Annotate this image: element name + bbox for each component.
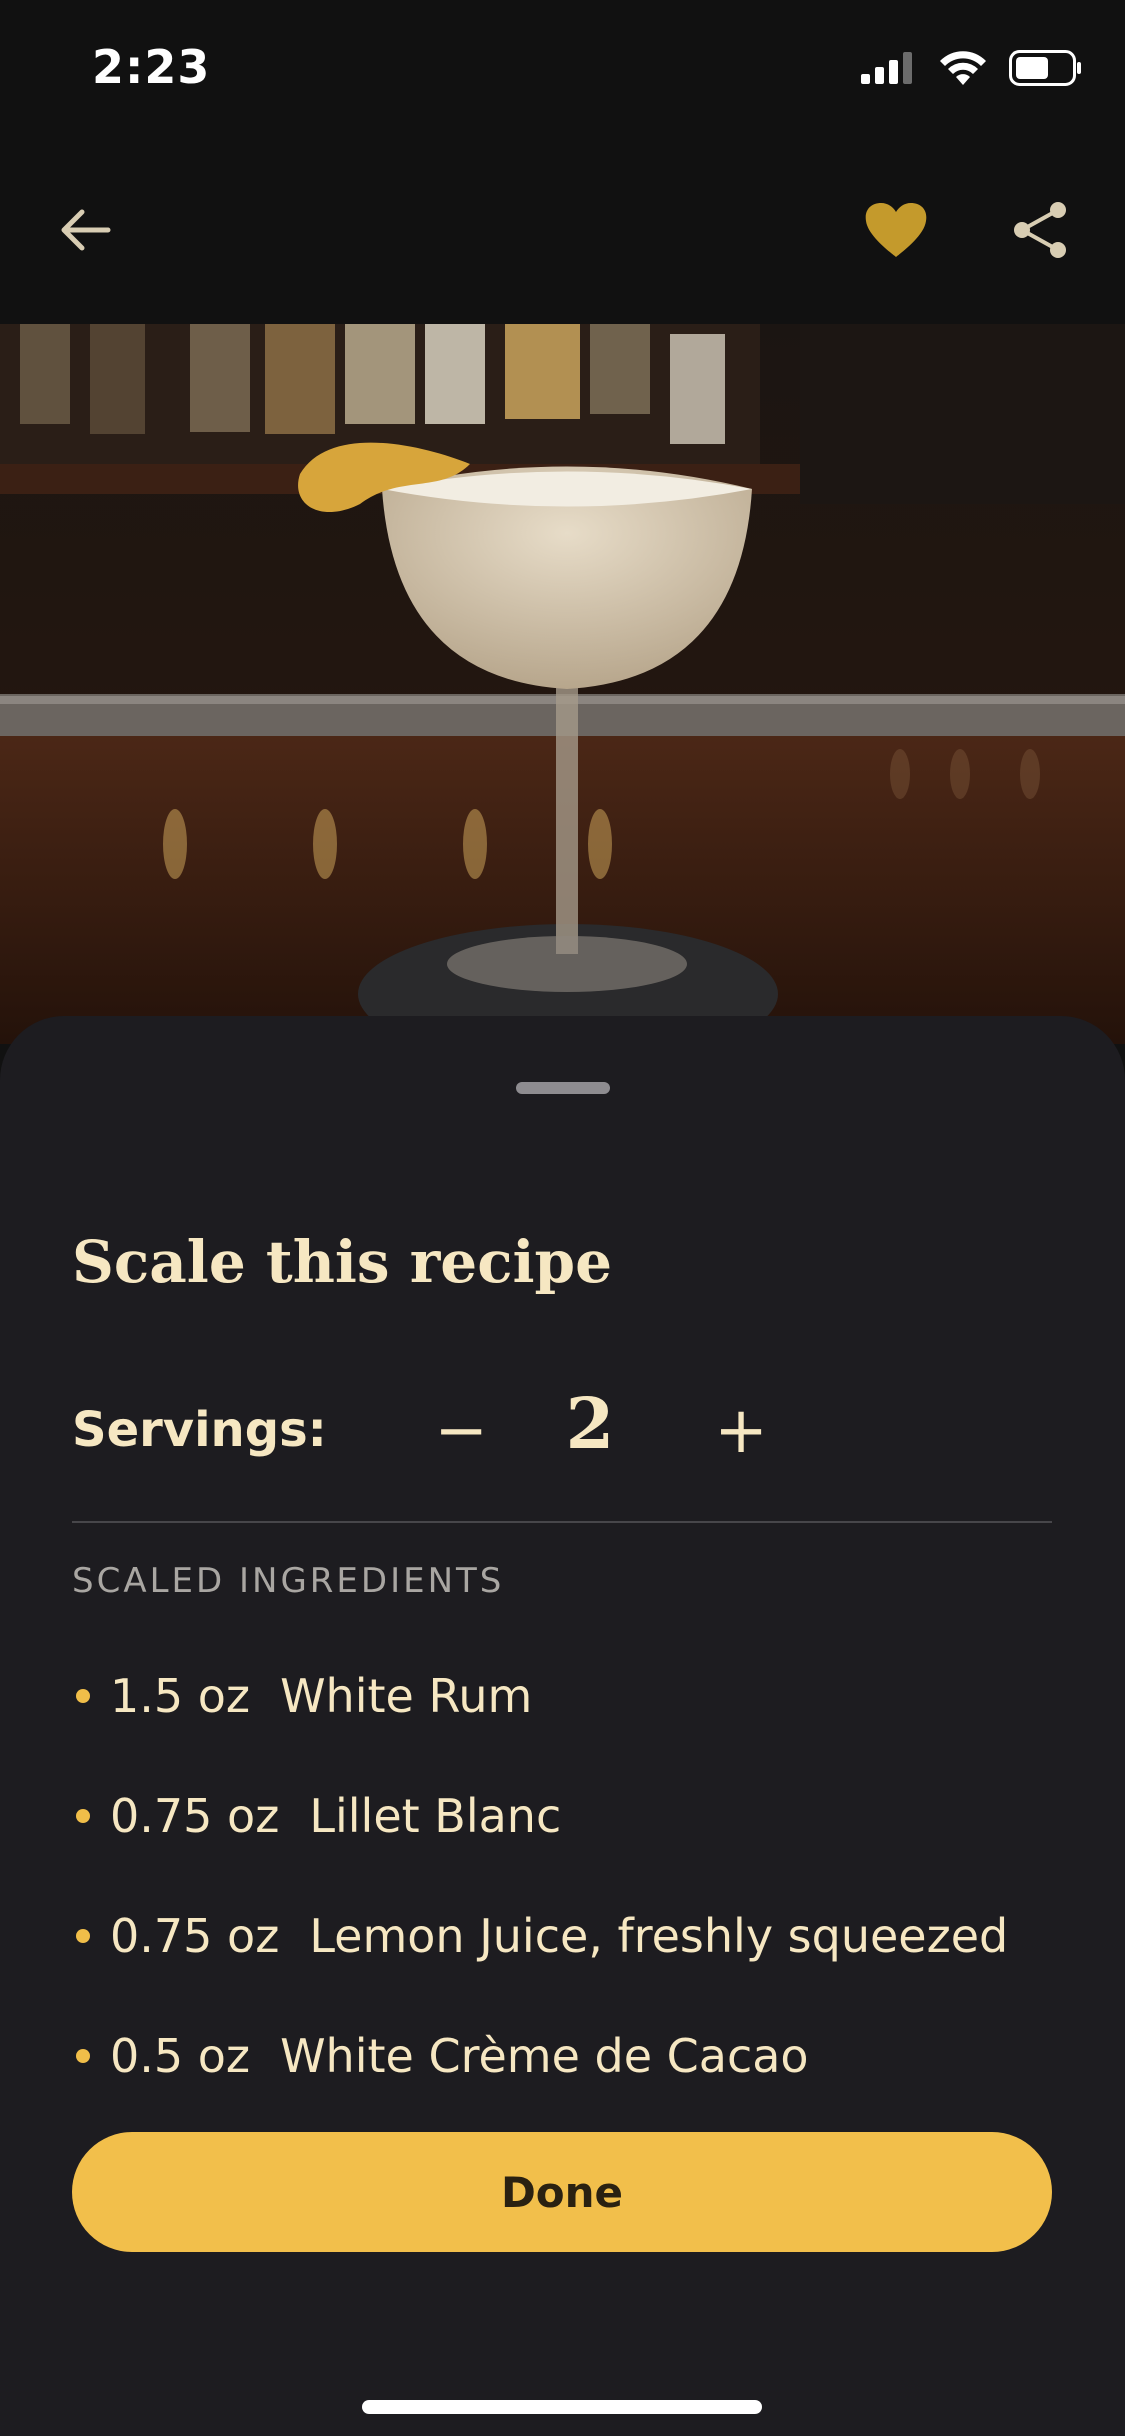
ingredient-item: 0.75 oz Lillet Blanc bbox=[72, 1756, 1072, 1876]
ingredient-name: White Crème de Cacao bbox=[280, 2029, 809, 2083]
ingredient-name: White Rum bbox=[280, 1669, 533, 1723]
bullet-icon bbox=[76, 1689, 90, 1703]
ingredient-item: 0.5 oz White Crème de Cacao bbox=[72, 1996, 1072, 2116]
status-time: 2:23 bbox=[92, 40, 211, 94]
top-nav-bar bbox=[0, 140, 1125, 324]
home-indicator[interactable] bbox=[362, 2400, 762, 2414]
minus-icon: − bbox=[434, 1394, 488, 1468]
ingredient-list: 1.5 oz White Rum 0.75 oz Lillet Blanc 0.… bbox=[72, 1636, 1072, 2116]
battery-icon bbox=[1009, 50, 1081, 86]
scale-recipe-sheet: Scale this recipe Servings: − 2 + SCALED… bbox=[0, 1016, 1125, 2436]
wifi-icon bbox=[940, 51, 986, 85]
increase-servings-button[interactable]: + bbox=[696, 1386, 786, 1476]
heart-icon bbox=[865, 203, 927, 257]
bullet-icon bbox=[76, 1929, 90, 1943]
bullet-icon bbox=[76, 1809, 90, 1823]
status-icons bbox=[861, 50, 1083, 86]
decrease-servings-button[interactable]: − bbox=[416, 1386, 506, 1476]
servings-label: Servings: bbox=[72, 1402, 327, 1458]
sheet-grabber-handle[interactable] bbox=[516, 1082, 610, 1094]
plus-icon: + bbox=[714, 1394, 768, 1468]
ingredient-name: Lillet Blanc bbox=[309, 1789, 562, 1843]
ingredient-item: 1.5 oz White Rum bbox=[72, 1636, 1072, 1756]
ingredient-item: 0.75 oz Lemon Juice, freshly squeezed bbox=[72, 1876, 1072, 1996]
done-button-label: Done bbox=[500, 2167, 624, 2217]
divider bbox=[72, 1521, 1052, 1523]
back-button[interactable] bbox=[52, 198, 116, 262]
cocktail-illustration bbox=[0, 324, 1125, 1044]
ingredient-name: Lemon Juice, freshly squeezed bbox=[309, 1909, 1009, 1963]
favorite-button[interactable] bbox=[860, 194, 932, 266]
servings-value: 2 bbox=[565, 1382, 615, 1465]
ingredient-amount: 0.5 oz bbox=[110, 2029, 251, 2083]
ingredient-amount: 0.75 oz bbox=[110, 1789, 280, 1843]
sheet-title: Scale this recipe bbox=[72, 1228, 613, 1296]
share-button[interactable] bbox=[1004, 194, 1076, 266]
cocktail-photo bbox=[0, 324, 1125, 1044]
status-bar: 2:23 bbox=[0, 0, 1125, 140]
arrow-left-icon bbox=[61, 209, 111, 251]
servings-stepper: Servings: − 2 + bbox=[72, 1376, 1072, 1476]
done-button[interactable]: Done bbox=[72, 2132, 1052, 2252]
ingredient-amount: 1.5 oz bbox=[110, 1669, 251, 1723]
share-icon bbox=[1014, 202, 1066, 258]
bullet-icon bbox=[76, 2049, 90, 2063]
scaled-ingredients-heading: SCALED INGREDIENTS bbox=[72, 1561, 505, 1601]
cellular-signal-icon bbox=[861, 52, 912, 84]
ingredient-amount: 0.75 oz bbox=[110, 1909, 280, 1963]
